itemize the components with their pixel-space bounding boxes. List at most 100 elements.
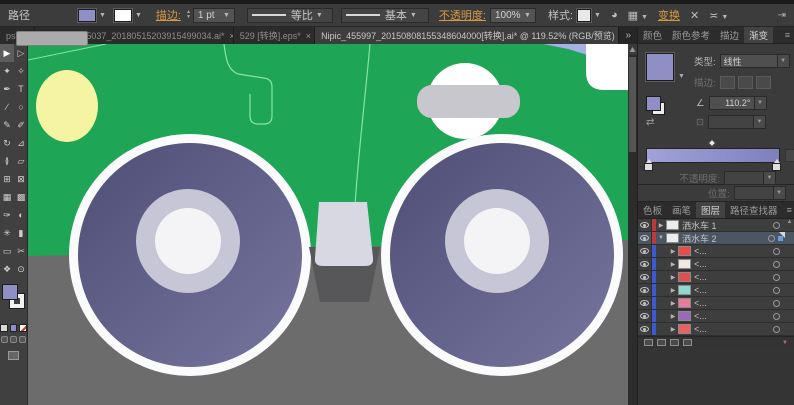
left-wheel-hub[interactable] — [155, 208, 221, 274]
mesh-tool[interactable]: ▦ — [0, 188, 14, 206]
stroke-color-picker[interactable]: ▼ — [114, 8, 142, 23]
draw-behind-button[interactable] — [10, 336, 17, 343]
type-tool[interactable]: T — [14, 80, 28, 98]
make-clip-mask-icon[interactable] — [644, 339, 653, 346]
bumper-step[interactable] — [315, 202, 373, 266]
free-transform-icon[interactable]: ✕ — [690, 9, 699, 22]
expand-arrow-icon[interactable]: ▶ — [668, 248, 678, 255]
target-circle[interactable] — [773, 300, 780, 307]
pen-tool[interactable]: ✒ — [0, 80, 14, 98]
expand-arrow-icon[interactable]: ▶ — [668, 326, 678, 333]
right-wheel-hub[interactable] — [464, 208, 530, 274]
document-tab-active[interactable]: Nipic_455997_20150808155348604000[转换].ai… — [315, 27, 619, 44]
target-circle[interactable] — [773, 287, 780, 294]
layer-thumbnail[interactable] — [666, 220, 679, 230]
pencil-tool[interactable]: ✐ — [14, 116, 28, 134]
target-circle[interactable] — [773, 222, 780, 229]
visibility-toggle[interactable] — [638, 323, 652, 335]
gradient-slider[interactable] — [646, 140, 780, 170]
document-tab[interactable]: 529 [转换].eps* × — [234, 27, 315, 44]
visibility-toggle[interactable] — [638, 271, 652, 283]
layer-thumbnail[interactable] — [666, 233, 679, 243]
blend-tool[interactable]: ◐ — [14, 206, 28, 224]
chevron-down-icon[interactable]: ▼ — [778, 54, 790, 68]
sublayer-name[interactable]: <... — [694, 298, 773, 308]
none-mode-button[interactable] — [19, 324, 27, 332]
canvas[interactable] — [28, 44, 637, 405]
fill-swatch[interactable] — [2, 284, 18, 300]
visibility-toggle[interactable] — [638, 219, 652, 231]
draw-normal-button[interactable] — [1, 336, 8, 343]
target-circle[interactable] — [773, 326, 780, 333]
stroke-across-button[interactable] — [756, 76, 771, 89]
width-tool[interactable]: ≬ — [0, 152, 14, 170]
layer-row[interactable]: ▶ 洒水车 1 — [638, 219, 794, 232]
visibility-toggle[interactable] — [638, 258, 652, 270]
shape-builder-tool[interactable]: ⊞ — [0, 170, 14, 188]
target-circle[interactable] — [773, 261, 780, 268]
sublayer-row[interactable]: ▶<... — [638, 271, 794, 284]
opacity-panel-link[interactable]: 不透明度: — [439, 7, 486, 23]
sublayer-row[interactable]: ▶<... — [638, 310, 794, 323]
angle-field[interactable]: 110.2° — [709, 96, 755, 110]
style-swatch[interactable] — [577, 9, 591, 22]
transform-panel-link[interactable]: 变换 — [658, 7, 680, 23]
artboard-tool[interactable]: ▭ — [0, 242, 14, 260]
gradient-tool[interactable]: ▩ — [14, 188, 28, 206]
sublayer-row[interactable]: ▶<... — [638, 323, 794, 336]
panel-menu-icon[interactable]: ≡ — [783, 202, 794, 218]
gradient-swatch[interactable] — [646, 53, 674, 81]
expand-arrow-icon[interactable]: ▶ — [668, 261, 678, 268]
tab-overflow-icon[interactable]: » — [619, 27, 637, 44]
headlight[interactable] — [36, 70, 98, 142]
reverse-gradient-icon[interactable]: ⇄ — [646, 117, 654, 128]
tab-color[interactable]: 颜色 — [638, 27, 667, 43]
opacity-field[interactable]: 100% ▼ — [490, 8, 536, 23]
eyedropper-tool[interactable]: ✑ — [0, 206, 14, 224]
new-layer-icon[interactable] — [670, 339, 679, 346]
chevron-down-icon[interactable]: ▼ — [755, 96, 767, 110]
target-circle[interactable] — [773, 248, 780, 255]
direct-selection-tool[interactable]: ▷ — [14, 44, 28, 62]
sublayer-thumbnail[interactable] — [678, 298, 691, 308]
free-transform-tool[interactable]: ▱ — [14, 152, 28, 170]
draw-inside-button[interactable] — [19, 336, 26, 343]
fill-stroke-indicator[interactable] — [0, 284, 27, 320]
ellipse-tool[interactable]: ○ — [14, 98, 28, 116]
style-picker[interactable]: ▼ — [577, 8, 601, 23]
layer-name[interactable]: 洒水车 1 — [682, 219, 773, 232]
expand-arrow-icon[interactable]: ▶ — [668, 300, 678, 307]
stroke-color-swatch[interactable] — [114, 9, 132, 22]
panel-menu-icon[interactable]: ≡ — [781, 27, 794, 43]
paintbrush-tool[interactable]: ✎ — [0, 116, 14, 134]
layers-scrollbar[interactable]: ▲ — [785, 219, 794, 232]
expand-arrow-icon[interactable]: ▶ — [668, 287, 678, 294]
sublayer-row[interactable]: ▶<... — [638, 245, 794, 258]
recolor-artwork-icon[interactable]: ◕ — [611, 9, 618, 21]
expand-arrow-icon[interactable]: ▶ — [668, 313, 678, 320]
selection-tool[interactable]: ▶ — [0, 44, 14, 62]
sublayer-row[interactable]: ▶ <... — [638, 297, 794, 310]
visibility-toggle[interactable] — [638, 310, 652, 322]
stroke-along-button[interactable] — [738, 76, 753, 89]
fill-color-picker[interactable]: ▼ — [78, 8, 106, 23]
tab-pathfinder[interactable]: 路径查找器 — [725, 202, 783, 218]
sublayer-thumbnail[interactable] — [678, 311, 691, 321]
close-icon[interactable]: × — [306, 31, 311, 41]
magic-wand-tool[interactable]: ✦ — [0, 62, 14, 80]
scroll-up-icon[interactable]: ▲ — [787, 219, 793, 225]
sublayer-thumbnail[interactable] — [678, 246, 691, 256]
visibility-toggle[interactable] — [638, 245, 652, 257]
target-circle[interactable] — [768, 235, 775, 242]
chevron-down-icon[interactable]: ▼ — [410, 12, 417, 19]
select-similar-icon[interactable]: ≍▼ — [709, 9, 728, 22]
tab-layers[interactable]: 图层 — [696, 202, 725, 218]
column-graph-tool[interactable]: ▮ — [14, 224, 28, 242]
fill-color-swatch[interactable] — [78, 9, 96, 22]
chevron-down-icon[interactable]: ▼ — [594, 12, 601, 19]
gradient-bar[interactable] — [646, 148, 780, 163]
chevron-down-icon[interactable]: ▼ — [524, 12, 531, 19]
sublayer-row[interactable]: ▶<... — [638, 284, 794, 297]
stroke-weight-stepper[interactable]: ▲▼ — [186, 10, 191, 20]
chevron-down-icon[interactable]: ▼ — [135, 12, 142, 19]
